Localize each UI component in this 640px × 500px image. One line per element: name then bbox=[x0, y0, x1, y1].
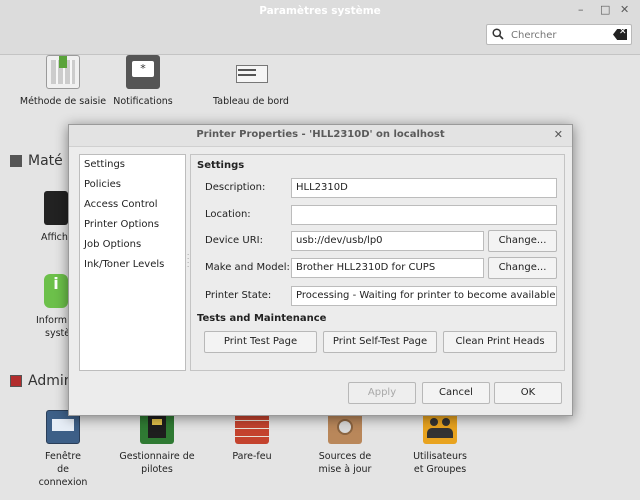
window-title: Paramètres système bbox=[259, 5, 381, 17]
app-item-label: Utilisateurs et Groupes bbox=[413, 451, 467, 475]
app-item-label: Gestionnaire de pilotes bbox=[119, 451, 195, 475]
app-item-input-method[interactable]: Méthode de saisie bbox=[18, 55, 108, 108]
device-uri-field[interactable]: usb://dev/usb/lp0 bbox=[291, 231, 484, 251]
change-make-model-button[interactable]: Change... bbox=[488, 257, 557, 279]
dialog-sidebar: Settings Policies Access Control Printer… bbox=[79, 154, 186, 371]
display-icon bbox=[44, 191, 68, 225]
administration-section-icon bbox=[10, 375, 22, 387]
settings-titlebar: Paramètres système – □ ✕ ✕ bbox=[0, 0, 640, 55]
app-item-label: Fenêtre de connexion bbox=[38, 451, 88, 488]
app-item-driver-manager[interactable]: Gestionnaire de pilotes bbox=[112, 410, 202, 476]
app-item-login-window[interactable]: Fenêtre de connexion bbox=[18, 410, 108, 489]
cancel-button[interactable]: Cancel bbox=[422, 382, 490, 404]
app-item-label: Sources de mise à jour bbox=[318, 451, 372, 475]
minimize-button[interactable]: – bbox=[578, 3, 584, 16]
app-item-label: Pare-feu bbox=[232, 451, 272, 462]
search-box[interactable]: ✕ bbox=[486, 24, 632, 45]
app-item-firewall[interactable]: Pare-feu bbox=[207, 410, 297, 463]
sidebar-item-settings[interactable]: Settings bbox=[80, 155, 185, 175]
app-item-software-sources[interactable]: Sources de mise à jour bbox=[300, 410, 390, 476]
printer-properties-dialog: Printer Properties - 'HLL2310D' on local… bbox=[68, 124, 573, 416]
hardware-section-icon bbox=[10, 155, 22, 167]
app-item-label: Notifications bbox=[113, 96, 173, 107]
app-item-users-groups[interactable]: Utilisateurs et Groupes bbox=[395, 410, 485, 476]
search-input[interactable] bbox=[509, 27, 601, 44]
section-administration: Admin bbox=[10, 373, 73, 389]
dialog-close-button[interactable]: ✕ bbox=[554, 128, 563, 141]
app-item-label: systè bbox=[45, 328, 71, 339]
sidebar-item-access-control[interactable]: Access Control bbox=[80, 195, 185, 215]
settings-header: Settings bbox=[197, 160, 245, 171]
apply-button[interactable]: Apply bbox=[348, 382, 416, 404]
app-item-notifications[interactable]: * Notifications bbox=[98, 55, 188, 108]
app-item-label: Tableau de bord bbox=[213, 96, 289, 107]
close-button[interactable]: ✕ bbox=[620, 3, 629, 16]
make-model-label: Make and Model: bbox=[205, 262, 290, 273]
sidebar-item-ink-toner-levels[interactable]: Ink/Toner Levels bbox=[80, 255, 185, 275]
description-label: Description: bbox=[205, 182, 266, 193]
clear-search-icon[interactable]: ✕ bbox=[613, 29, 627, 40]
make-model-field[interactable]: Brother HLL2310D for CUPS bbox=[291, 258, 484, 278]
app-item-panel[interactable]: Tableau de bord bbox=[206, 55, 296, 108]
clean-print-heads-button[interactable]: Clean Print Heads bbox=[443, 331, 557, 353]
print-test-page-button[interactable]: Print Test Page bbox=[204, 331, 317, 353]
description-field[interactable]: HLL2310D bbox=[291, 178, 557, 198]
app-item-system-info[interactable]: i Inform systè bbox=[26, 274, 71, 340]
maximize-button[interactable]: □ bbox=[600, 3, 610, 16]
dialog-titlebar: Printer Properties - 'HLL2310D' on local… bbox=[69, 125, 572, 147]
change-device-uri-button[interactable]: Change... bbox=[488, 230, 557, 252]
dialog-title: Printer Properties - 'HLL2310D' on local… bbox=[196, 129, 445, 140]
app-item-label: Affich bbox=[41, 232, 68, 243]
app-item-display[interactable]: Affich bbox=[26, 191, 68, 244]
keyboard-icon bbox=[46, 55, 80, 89]
settings-panel: Settings Description: HLL2310D Location:… bbox=[190, 154, 565, 371]
location-field[interactable] bbox=[291, 205, 557, 225]
ok-button[interactable]: OK bbox=[494, 382, 562, 404]
info-icon: i bbox=[44, 274, 68, 308]
section-title: Maté bbox=[28, 153, 63, 169]
printer-state-field: Processing - Waiting for printer to beco… bbox=[291, 286, 557, 306]
app-item-label: Méthode de saisie bbox=[19, 96, 107, 107]
sidebar-item-printer-options[interactable]: Printer Options bbox=[80, 215, 185, 235]
location-label: Location: bbox=[205, 209, 251, 220]
search-icon bbox=[492, 28, 504, 40]
section-title: Admin bbox=[28, 373, 73, 389]
device-uri-label: Device URI: bbox=[205, 235, 263, 246]
printer-state-label: Printer State: bbox=[205, 290, 272, 301]
notifications-icon: * bbox=[126, 55, 160, 89]
sidebar-item-policies[interactable]: Policies bbox=[80, 175, 185, 195]
sidebar-item-job-options[interactable]: Job Options bbox=[80, 235, 185, 255]
app-item-label: Inform bbox=[36, 315, 67, 326]
panel-icon bbox=[234, 55, 268, 89]
section-hardware: Maté bbox=[10, 153, 63, 169]
print-self-test-page-button[interactable]: Print Self-Test Page bbox=[323, 331, 437, 353]
tests-header: Tests and Maintenance bbox=[197, 313, 327, 324]
